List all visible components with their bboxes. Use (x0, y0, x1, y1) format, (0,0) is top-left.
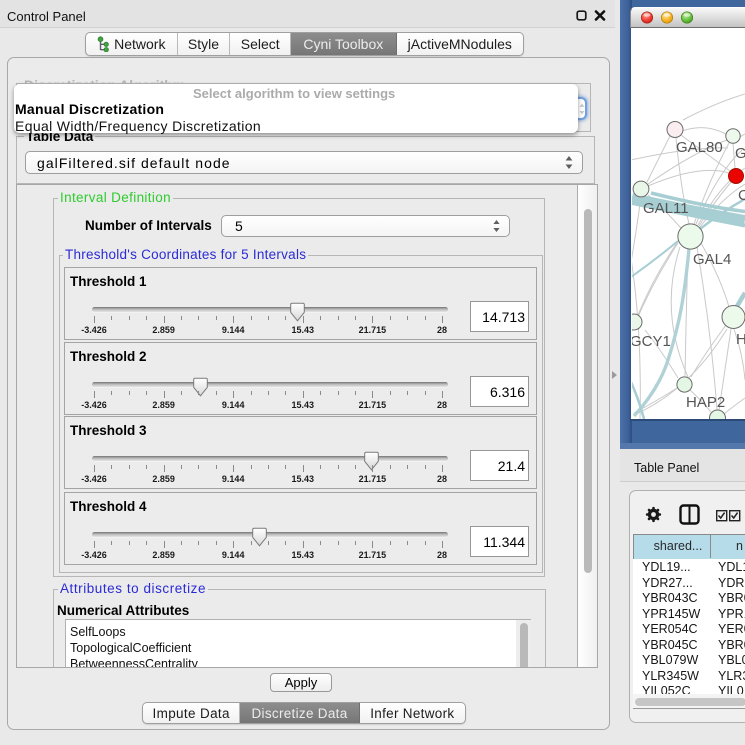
svg-text:GAL4: GAL4 (693, 251, 731, 268)
svg-text:HAP2: HAP2 (686, 394, 725, 411)
svg-text:GAL11: GAL11 (643, 200, 689, 217)
svg-text:GAL80: GAL80 (676, 139, 723, 156)
svg-text:GCY1: GCY1 (632, 333, 671, 350)
svg-text:H: H (736, 331, 745, 348)
svg-text:C: C (738, 187, 745, 204)
svg-text:GA: GA (735, 145, 745, 162)
